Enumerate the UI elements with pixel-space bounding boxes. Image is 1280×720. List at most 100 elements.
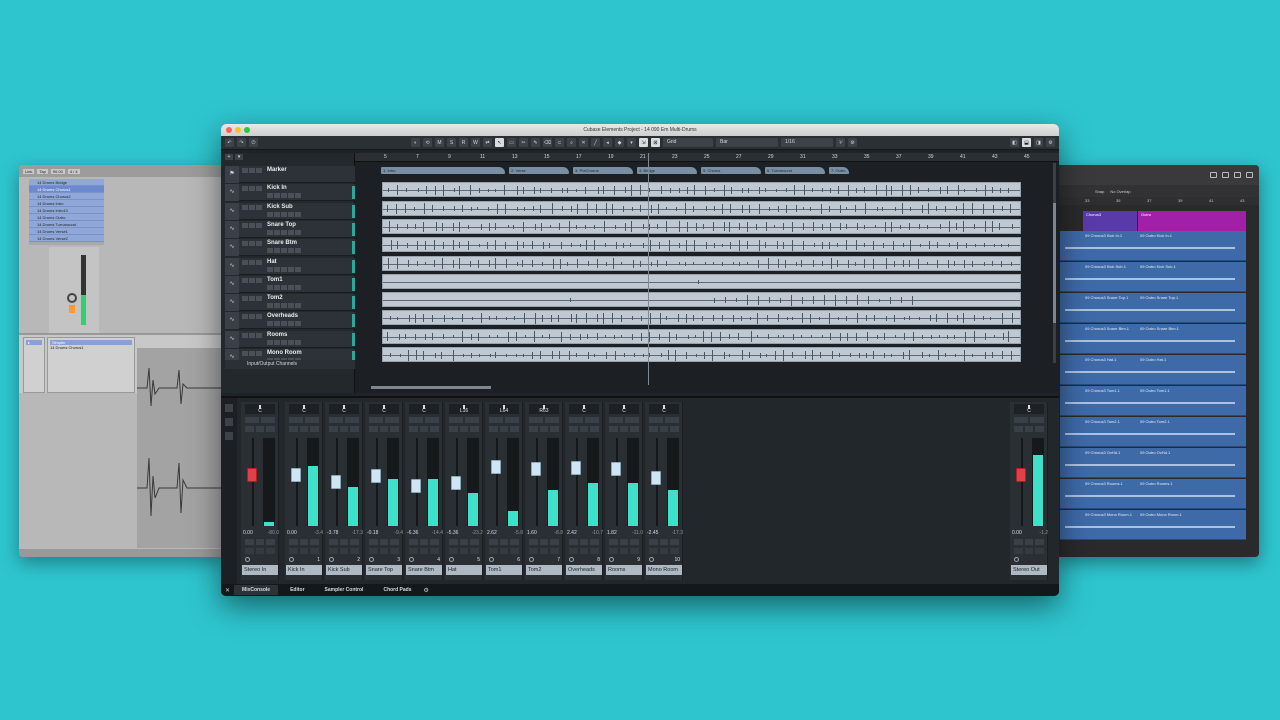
track-header[interactable]: ∿ Overheads — [225, 312, 355, 330]
window-icon[interactable] — [1222, 172, 1229, 178]
edit-button[interactable] — [288, 193, 294, 199]
playhead-cursor[interactable] — [648, 153, 649, 385]
browser-item[interactable]: 14 Drums Bridge — [29, 179, 104, 186]
track-header[interactable]: ∿ Snare Btm — [225, 239, 355, 257]
solo-button[interactable] — [249, 204, 255, 210]
edit-button[interactable] — [550, 539, 560, 545]
close-icon[interactable] — [226, 127, 232, 133]
monitor-button[interactable] — [267, 284, 273, 290]
bypass-button[interactable] — [649, 548, 658, 554]
read-button[interactable] — [274, 211, 280, 217]
solo-button[interactable] — [619, 426, 629, 432]
link-button[interactable] — [419, 548, 429, 554]
read-button[interactable] — [274, 229, 280, 235]
lock-button[interactable] — [590, 548, 600, 554]
marker-event[interactable]: 7: Outro — [829, 167, 849, 174]
record-button[interactable] — [256, 241, 262, 247]
mute-button[interactable] — [242, 168, 248, 173]
channel-power-icon[interactable] — [649, 557, 654, 562]
browser-item[interactable]: 14 Drums Intro — [29, 200, 104, 207]
record-button[interactable] — [539, 539, 549, 545]
solo-button[interactable] — [299, 426, 309, 432]
tab-settings-gear-icon[interactable]: ⚙ — [424, 587, 429, 594]
channel-name[interactable]: Stereo In — [242, 565, 278, 575]
track-header[interactable]: ∿ Tom1 — [225, 275, 355, 293]
mute-button[interactable] — [289, 426, 298, 432]
pan-control[interactable]: C — [369, 404, 399, 414]
read-button[interactable] — [274, 248, 280, 254]
listen-button[interactable] — [266, 426, 276, 432]
edit-button[interactable] — [288, 211, 294, 217]
volume-fader[interactable] — [291, 467, 301, 482]
monitor-button[interactable] — [267, 211, 273, 217]
monitor-button[interactable] — [267, 193, 273, 199]
write-button[interactable] — [1030, 417, 1044, 423]
left-zone-icon[interactable]: ◧ — [1010, 138, 1019, 147]
channel-power-icon[interactable] — [289, 557, 294, 562]
write-button[interactable] — [281, 266, 287, 272]
record-button[interactable] — [619, 539, 629, 545]
undo-icon[interactable]: ↶ — [225, 138, 234, 147]
browser-item[interactable]: 14 Drums Intro10 — [29, 207, 104, 214]
right-zone-icon[interactable]: ◨ — [1034, 138, 1043, 147]
record-button[interactable] — [299, 539, 309, 545]
peak-value[interactable]: -17.3 — [352, 530, 363, 536]
logic-track-lane[interactable]: 09 Chorus3 OvHd.1 09 Outro OvHd.1 — [1060, 448, 1246, 478]
lane-button[interactable] — [295, 303, 301, 309]
lock-button[interactable] — [630, 548, 640, 554]
lock-button[interactable] — [350, 548, 360, 554]
edit-button[interactable] — [430, 539, 440, 545]
marker-event[interactable]: 6: Turnaround — [765, 167, 825, 174]
write-button[interactable] — [425, 417, 439, 423]
lock-button[interactable] — [266, 548, 276, 554]
listen-button[interactable] — [310, 426, 320, 432]
read-button[interactable] — [329, 417, 343, 423]
solo-button[interactable] — [659, 426, 669, 432]
read-button[interactable] — [274, 339, 280, 345]
audio-event[interactable] — [382, 182, 1021, 198]
mute-button[interactable] — [242, 222, 248, 228]
read-button[interactable] — [649, 417, 663, 423]
mute-button[interactable] — [569, 426, 578, 432]
logic-track-lane[interactable]: 09 Chorus3 Kick Sub.1 09 Outro Kick Sub.1 — [1060, 262, 1246, 292]
lane-button[interactable] — [295, 229, 301, 235]
write-button[interactable] — [665, 417, 679, 423]
listen-button[interactable] — [510, 426, 520, 432]
write-button[interactable] — [281, 248, 287, 254]
read-button[interactable] — [1014, 417, 1028, 423]
listen-button[interactable] — [390, 426, 400, 432]
peak-value[interactable]: -8.8 — [554, 530, 563, 536]
write-button[interactable] — [545, 417, 559, 423]
pointer-tool-icon[interactable]: ↖ — [495, 138, 504, 147]
erase-tool-icon[interactable]: ⌫ — [543, 138, 552, 147]
pan-knob-icon[interactable] — [67, 293, 77, 303]
logic-track-lane[interactable]: 09 Chorus3 Kick In.1 09 Outro Kick In.1 — [1060, 231, 1246, 261]
line-tool-icon[interactable]: ╱ — [591, 138, 600, 147]
solo-button[interactable] — [339, 426, 349, 432]
window-icon[interactable] — [1210, 172, 1217, 178]
write-button[interactable] — [585, 417, 599, 423]
link-button[interactable] — [539, 548, 549, 554]
pan-control[interactable]: C — [329, 404, 359, 414]
listen-button[interactable] — [350, 426, 360, 432]
solo-button[interactable] — [69, 305, 75, 313]
read-button[interactable] — [245, 417, 259, 423]
link-button[interactable] — [659, 548, 669, 554]
lock-button[interactable] — [550, 548, 560, 554]
mute-button[interactable] — [529, 426, 538, 432]
snap-type-select[interactable]: Grid — [663, 138, 713, 147]
record-button[interactable] — [256, 351, 262, 356]
bypass-button[interactable] — [449, 548, 458, 554]
grid-select[interactable]: Bar — [716, 138, 778, 147]
track-header[interactable]: ⚑ Marker — [225, 166, 355, 183]
channel-name[interactable]: Stereo Out — [1011, 565, 1047, 575]
tab-chord-pads[interactable]: Chord Pads — [375, 585, 419, 595]
zoom-icon[interactable] — [244, 127, 250, 133]
play-tool-icon[interactable]: ◂ — [603, 138, 612, 147]
mute-button[interactable] — [242, 351, 248, 356]
mute-button[interactable] — [242, 186, 248, 192]
peak-value[interactable]: -23.2 — [472, 530, 483, 536]
browser-item[interactable]: 14 Drums Verse2 — [29, 235, 104, 242]
record-button[interactable] — [379, 539, 389, 545]
read-button[interactable] — [274, 284, 280, 290]
